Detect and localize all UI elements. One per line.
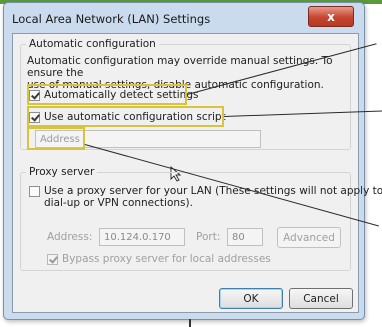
title-bar: Local Area Network (LAN) Settings x: [4, 3, 364, 33]
close-icon: x: [327, 9, 335, 24]
proxy-port-label: Port:: [196, 231, 221, 243]
advanced-button[interactable]: Advanced: [277, 227, 341, 248]
description-line-1: Automatic configuration may override man…: [27, 55, 333, 79]
proxy-address-input[interactable]: 10.124.0.170: [99, 228, 185, 246]
proxy-address-value: 10.124.0.170: [104, 231, 171, 243]
proxy-port-input[interactable]: 80: [227, 228, 263, 246]
ok-button[interactable]: OK: [219, 288, 283, 309]
highlight-address: [27, 127, 85, 150]
advanced-button-label: Advanced: [283, 231, 335, 244]
bypass-local-option[interactable]: Bypass proxy server for local addresses: [47, 253, 271, 265]
proxy-address-label: Address:: [47, 231, 93, 243]
highlight-use-script: [27, 106, 224, 127]
proxy-port-value: 80: [232, 231, 245, 243]
resize-grip-marker: [189, 319, 191, 327]
use-proxy-label-line-2: dial-up or VPN connections).: [44, 197, 193, 209]
bypass-local-label: Bypass proxy server for local addresses: [62, 253, 271, 265]
use-proxy-option[interactable]: Use a proxy server for your LAN (These s…: [29, 185, 382, 209]
ok-button-label: OK: [243, 292, 259, 305]
window-title: Local Area Network (LAN) Settings: [12, 12, 211, 26]
lan-settings-dialog: Local Area Network (LAN) Settings x Auto…: [3, 2, 382, 320]
cancel-button-label: Cancel: [303, 292, 339, 305]
close-button[interactable]: x: [308, 6, 354, 27]
cancel-button[interactable]: Cancel: [289, 288, 353, 309]
proxy-server-legend: Proxy server: [29, 166, 95, 178]
highlight-auto-detect: [27, 84, 187, 105]
use-proxy-checkbox[interactable]: [29, 186, 40, 197]
bypass-local-checkbox[interactable]: [47, 253, 58, 265]
use-proxy-label: Use a proxy server for your LAN (These s…: [44, 185, 382, 209]
automatic-configuration-legend: Automatic configuration: [29, 38, 156, 50]
use-proxy-label-line-1: Use a proxy server for your LAN (These s…: [44, 185, 382, 197]
